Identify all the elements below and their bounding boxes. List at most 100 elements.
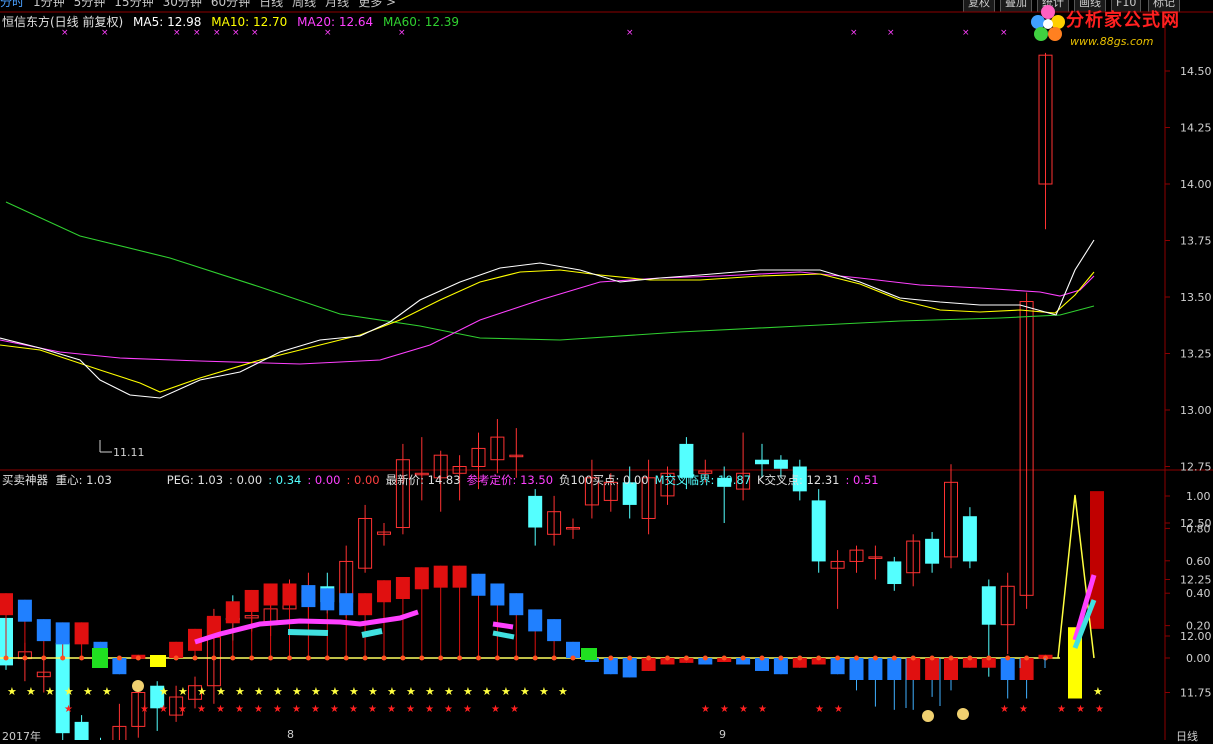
- zero-dot: [929, 655, 935, 661]
- red-star-icon: ★: [739, 704, 748, 715]
- low-price-label: 11.11: [113, 446, 145, 459]
- indicator-field-11: : 0.51: [845, 473, 879, 487]
- top-x-marker: ×: [850, 28, 858, 38]
- red-star-icon: ★: [273, 704, 282, 715]
- ma20-line: [0, 271, 1095, 365]
- price-tick-label: 12.75: [1180, 461, 1212, 474]
- indicator-tick-label: 0.00: [1186, 652, 1211, 665]
- indicator-bar: [55, 622, 70, 645]
- zero-dot: [532, 655, 538, 661]
- indicator-bar: [452, 565, 467, 588]
- indicator-bar: [1000, 658, 1015, 680]
- zero-dot: [457, 655, 463, 661]
- date-label-year: 2017年: [2, 730, 41, 743]
- indicator-field-2: : 0.00: [229, 473, 263, 487]
- zero-dot: [683, 655, 689, 661]
- kline-chart[interactable]: 14.50 14.25 14.00 13.75 13.50 13.25 13.00 12.75…: [0, 0, 1213, 740]
- indicator-bar: [944, 658, 958, 680]
- price-tick-label: 13.25: [1180, 348, 1212, 361]
- yellow-star-icon: ★: [482, 685, 492, 698]
- logo-url: www.88gs.com: [1070, 35, 1154, 48]
- yellow-star-icon: ★: [387, 685, 397, 698]
- zero-dot: [646, 655, 652, 661]
- candle-body-down: [773, 459, 788, 469]
- date-label-aug: 8: [287, 728, 294, 741]
- yellow-star-icon: ★: [216, 685, 226, 698]
- indicator-field-1: PEG: 1.03: [166, 473, 224, 487]
- zero-dot: [60, 655, 66, 661]
- top-x-marker: ×: [101, 28, 109, 38]
- zero-dot: [305, 655, 311, 661]
- zero-dot: [41, 655, 47, 661]
- indicator-tick-label: 0.40: [1186, 587, 1211, 600]
- yellow-star-icon: ★: [1093, 685, 1103, 698]
- indicator-bar: [74, 622, 89, 645]
- money-bag-icon: [922, 710, 934, 722]
- indicator-tick-label: 1.00: [1186, 490, 1211, 503]
- yellow-star-icon: ★: [7, 685, 17, 698]
- zero-dot: [891, 655, 897, 661]
- zero-dot: [513, 655, 519, 661]
- zero-dot: [948, 655, 954, 661]
- ma10-line: [0, 269, 1095, 393]
- indicator-bar: [509, 593, 524, 616]
- zero-dot: [967, 655, 973, 661]
- logo-title: 分析家公式网: [1066, 10, 1180, 31]
- price-tick-label: 11.75: [1180, 687, 1212, 700]
- red-star-icon: ★: [406, 704, 415, 715]
- zero-dot: [211, 655, 217, 661]
- top-x-marker: ×: [193, 28, 201, 38]
- yellow-star-icon: ★: [330, 685, 340, 698]
- candle-body-down: [528, 495, 543, 528]
- indicator-bar: [320, 588, 335, 611]
- zero-dot: [438, 655, 444, 661]
- red-star-icon: ★: [64, 704, 73, 715]
- zero-dot: [872, 655, 878, 661]
- red-star-icon: ★: [815, 704, 824, 715]
- zero-dot: [400, 655, 406, 661]
- indicator-bar: [849, 658, 864, 680]
- zero-dot: [343, 655, 349, 661]
- red-star-icon: ★: [444, 704, 453, 715]
- indicator-bar: [358, 593, 373, 616]
- indicator-header: 买卖神器 重心: 1.03 PEG: 1.03: 0.00: 0.34: 0.00…: [2, 472, 885, 488]
- indicator-tick-label: 0.20: [1186, 620, 1211, 633]
- zero-dot: [835, 655, 841, 661]
- red-star-icon: ★: [425, 704, 434, 715]
- date-label-sep: 9: [719, 728, 726, 741]
- indicator-bar: [414, 567, 429, 590]
- top-x-marker: ×: [173, 28, 181, 38]
- indicator-bar: [1019, 658, 1034, 680]
- indicator-field-9: M交叉临界: 10.87: [654, 473, 751, 487]
- indicator-bar: [282, 583, 297, 606]
- candle-body-down: [755, 459, 769, 465]
- top-x-marker: ×: [324, 28, 332, 38]
- yellow-star-icon: ★: [197, 685, 207, 698]
- red-star-icon: ★: [159, 704, 168, 715]
- indicator-bar: [244, 589, 259, 612]
- zero-dot: [192, 655, 198, 661]
- yellow-star-icon: ★: [83, 685, 93, 698]
- price-tick-label: 13.75: [1180, 235, 1212, 248]
- top-x-marker: ×: [887, 28, 895, 38]
- yellow-star-icon: ★: [463, 685, 473, 698]
- zero-dot: [910, 655, 916, 661]
- red-star-icon: ★: [834, 704, 843, 715]
- red-star-icon: ★: [510, 704, 519, 715]
- red-star-icon: ★: [349, 704, 358, 715]
- indicator-field-4: : 0.00: [307, 473, 341, 487]
- indicator-bar: [622, 658, 637, 678]
- top-x-marker: ×: [61, 28, 69, 38]
- top-x-marker: ×: [626, 28, 634, 38]
- indicator-bar: [395, 577, 410, 599]
- red-star-icon: ★: [311, 704, 320, 715]
- indicator-bar: [377, 580, 391, 603]
- red-star-icon: ★: [197, 704, 206, 715]
- candle-body-down: [887, 561, 902, 585]
- top-x-marker: ×: [251, 28, 259, 38]
- zero-dot: [986, 655, 992, 661]
- red-star-icon: ★: [1019, 704, 1028, 715]
- cyan-segment-3: [492, 630, 515, 640]
- indicator-name: 买卖神器: [2, 473, 48, 487]
- price-tick-label: 13.50: [1180, 291, 1212, 304]
